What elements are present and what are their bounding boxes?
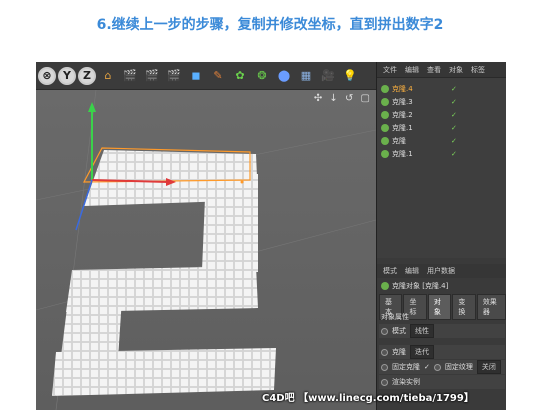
radio-icon[interactable] <box>381 348 388 356</box>
cloner-icon <box>381 123 389 132</box>
object-row-cloner-1b[interactable]: 克隆.1 ✓ <box>377 147 506 160</box>
object-manager-menu: 文件 编辑 查看 对象 标签 <box>377 62 506 78</box>
attributes-menu: 模式 编辑 用户数据 <box>377 264 506 278</box>
mode-select[interactable]: 线性 <box>410 324 434 338</box>
check-icon[interactable]: ✓ <box>451 98 457 106</box>
axis-z-icon[interactable]: Z <box>78 66 96 85</box>
cloner-icon <box>381 110 389 119</box>
render-instance-field[interactable]: 渲染实例 <box>379 375 505 389</box>
render-view-icon[interactable]: 🎬 <box>142 66 162 86</box>
menu-tag[interactable]: 标签 <box>471 65 485 75</box>
menu-edit-attr[interactable]: 编辑 <box>405 266 419 276</box>
cloned-cubes-shape <box>52 147 276 396</box>
menu-file[interactable]: 文件 <box>383 65 397 75</box>
menu-object[interactable]: 对象 <box>449 65 463 75</box>
coordinate-icon[interactable]: ⌂ <box>98 66 118 86</box>
axis-x-icon[interactable]: ⊗ <box>38 66 56 85</box>
axis-y-icon[interactable]: Y <box>58 66 76 85</box>
watermark: C4D吧 【www.linecg.com/tieba/1799】 <box>262 393 474 404</box>
fix-clone-field[interactable]: 固定克隆 ✓ 固定纹理 关闭 <box>379 360 505 374</box>
object-row-cloner-4[interactable]: 克隆.4 ✓ <box>377 82 506 95</box>
viewport-scene <box>36 90 376 410</box>
clones-select[interactable]: 迭代 <box>410 345 434 359</box>
cloner-icon <box>381 282 389 290</box>
menu-edit[interactable]: 编辑 <box>405 65 419 75</box>
object-row-cloner-2[interactable]: 克隆.2 ✓ <box>377 108 506 121</box>
clones-field[interactable]: 克隆 迭代 <box>379 345 505 359</box>
object-row-cloner[interactable]: 克隆 ✓ <box>377 134 506 147</box>
scene-icon[interactable]: ⬤ <box>274 66 294 86</box>
cloner-icon <box>381 136 389 145</box>
cloner-icon <box>381 149 389 158</box>
viewport-nav-icons[interactable]: ✣ ↓ ↺ ▢ <box>314 93 372 104</box>
bottom-bar <box>52 348 276 396</box>
radio-icon[interactable] <box>381 378 388 386</box>
tab-object[interactable]: 对象 <box>427 294 452 320</box>
page-title: 6.继续上一步的步骤，复制并修改坐标，直到拼出数字2 <box>96 17 444 33</box>
floor-icon[interactable]: ▦ <box>296 66 316 86</box>
menu-mode[interactable]: 模式 <box>383 266 397 276</box>
radio-icon[interactable] <box>381 327 388 335</box>
fix-texture-select[interactable]: 关闭 <box>476 360 501 374</box>
object-list: 克隆.4 ✓ 克隆.3 ✓ 克隆.2 ✓ 克隆.1 ✓ 克隆 ✓ 克隆.1 ✓ <box>377 78 506 258</box>
radio-icon[interactable] <box>433 363 441 371</box>
menu-user-data[interactable]: 用户数据 <box>427 266 455 276</box>
attributes-object-title: 克隆对象 [克隆.4] <box>377 279 506 293</box>
check-icon[interactable]: ✓ <box>451 137 457 145</box>
tab-transform[interactable]: 变换 <box>452 294 476 320</box>
section-object-properties: 对象属性 <box>381 313 409 321</box>
cloner-icon <box>381 84 389 93</box>
cube-icon[interactable]: ◼ <box>186 66 206 86</box>
c4d-screenshot: ⊗ Y Z ⌂ 🎬 🎬 🎬 ◼ ✎ ✿ ❂ ⬤ ▦ 🎥 💡 ✣ ↓ ↺ ▢ 文件… <box>36 62 506 410</box>
mode-field[interactable]: 模式 线性 <box>379 324 505 338</box>
object-row-cloner-1[interactable]: 克隆.1 ✓ <box>377 121 506 134</box>
render-settings-icon[interactable]: 🎬 <box>164 66 184 86</box>
object-row-cloner-3[interactable]: 克隆.3 ✓ <box>377 95 506 108</box>
tab-effectors[interactable]: 效果器 <box>476 294 506 320</box>
main-toolbar: ⊗ Y Z ⌂ 🎬 🎬 🎬 ◼ ✎ ✿ ❂ ⬤ ▦ 🎥 💡 <box>36 62 376 90</box>
right-panel: 文件 编辑 查看 对象 标签 克隆.4 ✓ 克隆.3 ✓ 克隆.2 ✓ 克隆.1 ✓ 克… <box>376 62 506 410</box>
cloner-icon[interactable]: ✿ <box>230 66 250 86</box>
radio-icon[interactable] <box>381 363 388 371</box>
pen-icon[interactable]: ✎ <box>208 66 228 86</box>
check-icon[interactable]: ✓ <box>451 124 457 132</box>
check-icon[interactable]: ✓ <box>451 150 457 158</box>
menu-view[interactable]: 查看 <box>427 65 441 75</box>
3d-viewport[interactable]: ✣ ↓ ↺ ▢ <box>36 90 376 410</box>
deformer-icon[interactable]: ❂ <box>252 66 272 86</box>
light-icon[interactable]: 💡 <box>340 66 360 86</box>
render-region-icon[interactable]: 🎬 <box>120 66 140 86</box>
cloner-icon <box>381 97 389 106</box>
fix-clone-checkbox[interactable]: ✓ <box>424 363 430 371</box>
camera-icon[interactable]: 🎥 <box>318 66 338 86</box>
check-icon[interactable]: ✓ <box>451 111 457 119</box>
right-bar <box>202 174 258 272</box>
check-icon[interactable]: ✓ <box>451 85 457 93</box>
